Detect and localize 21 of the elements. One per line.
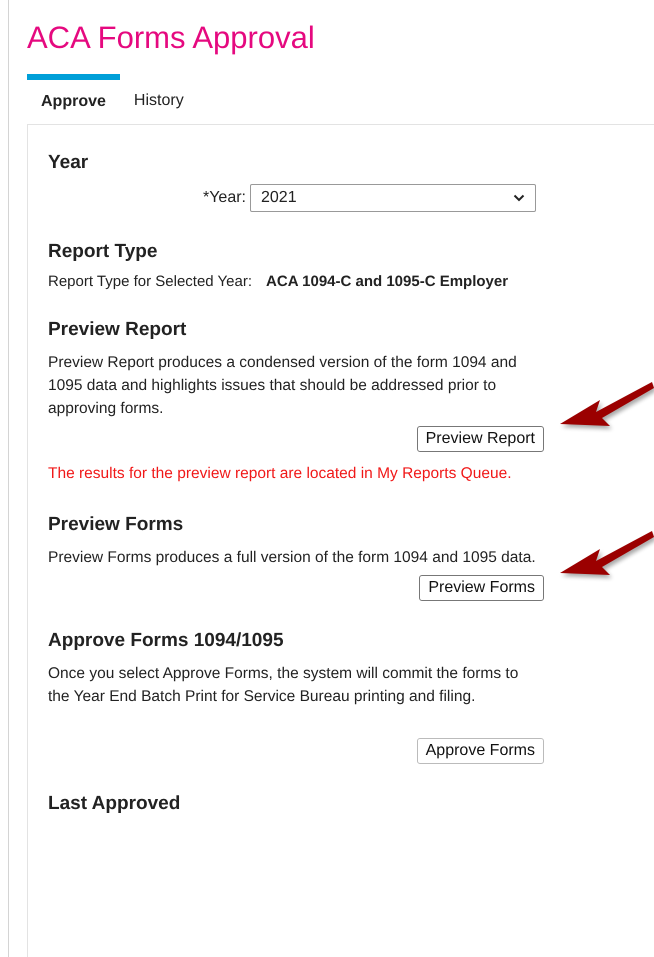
section-heading: Preview Report — [48, 318, 188, 342]
field-label: Report Type for Selected Year: — [48, 273, 252, 290]
info-note: The results for the preview report are located in My Reports Queue. — [48, 464, 512, 484]
tab[interactable]: History — [120, 74, 198, 120]
field-label: *Year: — [203, 189, 246, 207]
section-description: Preview Report produces a condensed version of the form 1094 and 1095 data and highlights issues that should be addressed prior to approving forms. — [48, 353, 518, 419]
section-heading: Last Approved — [48, 792, 182, 816]
action-button[interactable]: Approve Forms — [416, 738, 544, 764]
action-button[interactable]: Preview Report — [416, 426, 544, 452]
page-title: ACA Forms Approval — [27, 19, 316, 57]
report-type-value: ACA 1094-C and 1095-C Employer — [266, 273, 508, 290]
section-heading: Approve Forms 1094/1095 — [48, 629, 285, 653]
tab[interactable]: Approve — [27, 74, 120, 120]
year-select[interactable]: 2021 — [250, 184, 536, 212]
section-heading: Report Type — [48, 240, 158, 264]
section-description: Preview Forms produces a full version of the form 1094 and 1095 data. — [48, 548, 537, 568]
action-button[interactable]: Preview Forms — [419, 575, 544, 601]
chevron-down-icon — [513, 194, 525, 202]
section-description: Once you select Approve Forms, the system will commit the forms to the Year End Batch Print for Service Bureau printing and filing. — [48, 664, 520, 707]
section-heading: Preview Forms — [48, 513, 184, 537]
section-heading: Year — [48, 151, 90, 175]
